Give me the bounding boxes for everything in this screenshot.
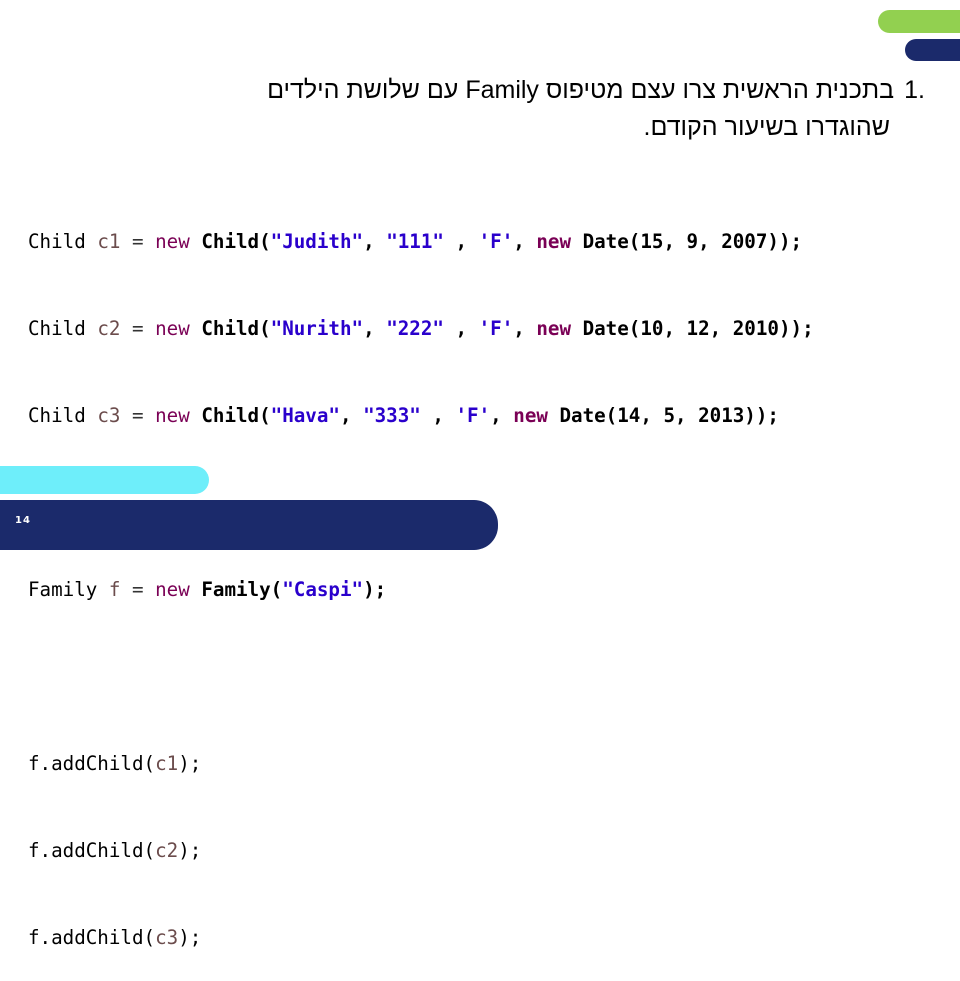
- char-token: 'F': [455, 404, 491, 427]
- decorative-navy-bar: [905, 39, 960, 61]
- separator: ,: [443, 317, 479, 340]
- separator: ,: [420, 404, 456, 427]
- slide-heading: .1 בתכנית הראשית צרו עצם מטיפוס Family עם…: [105, 72, 925, 146]
- string-token: "333": [363, 404, 421, 427]
- variable-token: c2: [97, 317, 121, 340]
- separator: ,: [513, 230, 537, 253]
- decorative-green-bar: [878, 10, 960, 33]
- keyword-token: new: [155, 230, 190, 253]
- separator: ,: [513, 317, 537, 340]
- separator: );: [178, 926, 202, 949]
- constructor-token: Child(: [201, 230, 271, 253]
- type-token: Family: [28, 578, 98, 601]
- code-line-add-1: f.addChild(c1);: [28, 749, 814, 778]
- code-line-family: Family f = new Family("Caspi");: [28, 578, 387, 601]
- string-token: "111": [386, 230, 444, 253]
- type-token: Child: [28, 404, 86, 427]
- string-token: "Judith": [270, 230, 364, 253]
- date-token: Date(10, 12, 2010));: [571, 317, 814, 340]
- date-token: Date(15, 9, 2007));: [571, 230, 803, 253]
- heading-text-1: בתכנית הראשית צרו עצם מטיפוס Family עם ש…: [267, 76, 895, 104]
- keyword-token: new: [155, 404, 190, 427]
- variable-token: c3: [97, 404, 121, 427]
- string-token: "Nurith": [270, 317, 364, 340]
- heading-line-1: .1 בתכנית הראשית צרו עצם מטיפוס Family עם…: [267, 76, 925, 104]
- argument-token: c3: [155, 926, 179, 949]
- keyword-token: new: [155, 578, 190, 601]
- type-token: Child: [28, 317, 86, 340]
- code-line-child-2: Child c2 = new Child("Nurith", "222" , '…: [28, 317, 814, 340]
- keyword-token: new: [536, 317, 572, 340]
- keyword-token: new: [536, 230, 572, 253]
- code-block: Child c1 = new Child("Judith", "111" , '…: [28, 169, 814, 981]
- keyword-token: new: [155, 317, 190, 340]
- char-token: 'F': [478, 317, 514, 340]
- code-line-child-3: Child c3 = new Child("Hava", "333" , 'F'…: [28, 404, 779, 427]
- separator: );: [363, 578, 387, 601]
- constructor-token: Child(: [201, 317, 271, 340]
- string-token: "222": [386, 317, 444, 340]
- method-call-token: f.addChild(: [28, 926, 156, 949]
- variable-token: c1: [97, 230, 121, 253]
- separator: ,: [363, 230, 387, 253]
- string-token: "Hava": [270, 404, 340, 427]
- variable-token: f: [108, 578, 121, 601]
- type-token: Child: [28, 230, 86, 253]
- argument-token: c2: [155, 839, 179, 862]
- code-line-add-2: f.addChild(c2);: [28, 836, 814, 865]
- constructor-token: Child(: [201, 404, 271, 427]
- separator: ,: [363, 317, 387, 340]
- list-number: .1: [904, 76, 925, 104]
- keyword-token: new: [513, 404, 548, 427]
- heading-line-2: שהוגדרו בשיעור הקודם.: [643, 113, 890, 141]
- separator: ,: [443, 230, 479, 253]
- separator: ,: [339, 404, 364, 427]
- method-call-token: f.addChild(: [28, 752, 156, 775]
- date-token: Date(14, 5, 2013));: [547, 404, 779, 427]
- code-line-add-3: f.addChild(c3);: [28, 923, 814, 952]
- method-call-token: f.addChild(: [28, 839, 156, 862]
- code-line-child-1: Child c1 = new Child("Judith", "111" , '…: [28, 230, 803, 253]
- argument-token: c1: [155, 752, 179, 775]
- separator: );: [178, 752, 202, 775]
- separator: ,: [490, 404, 514, 427]
- constructor-token: Family(: [201, 578, 283, 601]
- char-token: 'F': [478, 230, 514, 253]
- separator: );: [178, 839, 202, 862]
- string-token: "Caspi": [282, 578, 364, 601]
